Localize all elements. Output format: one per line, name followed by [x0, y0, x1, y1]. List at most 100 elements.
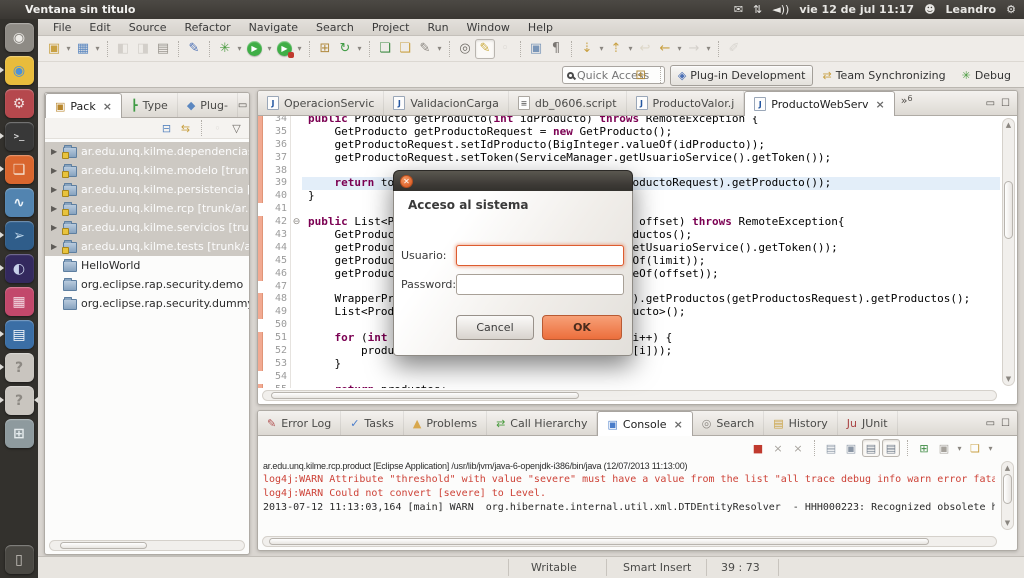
dash-home-icon[interactable]: ◉	[0, 21, 38, 54]
plugin-tool-icon[interactable]: ✎	[184, 39, 204, 59]
expander-icon[interactable]: ▶	[51, 185, 59, 194]
scrollbar-thumb[interactable]	[1004, 181, 1013, 239]
console-tab-tasks[interactable]: ✓Tasks	[341, 411, 404, 435]
editor-tab-operacionservic[interactable]: JOperacionServic	[258, 91, 384, 115]
maximize-icon[interactable]: ☐	[1001, 418, 1010, 429]
editor-tab-db-0606-script[interactable]: ≡db_0606.script	[509, 91, 627, 115]
eclipse-icon[interactable]: ◐	[0, 252, 38, 285]
close-icon[interactable]: ✕	[400, 175, 413, 188]
back-icon-dropdown[interactable]: ▾	[675, 44, 684, 53]
explorer-tab-type[interactable]: ┣Type	[122, 93, 178, 117]
chromium-icon[interactable]: ◉	[0, 54, 38, 87]
password-field[interactable]	[456, 274, 624, 295]
show-whitespace-icon[interactable]: ¶	[546, 39, 566, 59]
scroll-up-icon[interactable]: ▲	[1002, 464, 1013, 472]
new-wizard-icon-dropdown[interactable]: ▾	[64, 44, 73, 53]
open-console-icon[interactable]: ❏	[966, 439, 984, 457]
terminal-icon[interactable]: >_	[0, 120, 38, 153]
fold-collapse-icon[interactable]: ⊖	[290, 216, 302, 229]
dialog-titlebar[interactable]: ✕	[393, 170, 633, 191]
clock[interactable]: vie 12 de jul 11:17	[799, 3, 914, 16]
clear-console-icon[interactable]: ▤	[822, 439, 840, 457]
files-icon[interactable]: ❏	[0, 153, 38, 186]
mail-icon[interactable]: ✉	[734, 3, 743, 16]
usuario-field[interactable]	[456, 245, 624, 266]
menu-refactor[interactable]: Refactor	[176, 19, 240, 36]
thunderbird-icon[interactable]: ➢	[0, 219, 38, 252]
tree-item-ar-edu-unq-kilme-persistencia[interactable]: ▶ar.edu.unq.kilme.persistencia [trunk/ar…	[45, 180, 249, 199]
next-annotation-icon[interactable]: ⇣	[577, 39, 597, 59]
previous-annotation-icon-dropdown[interactable]: ▾	[626, 44, 635, 53]
run-icon-dropdown[interactable]: ▾	[265, 44, 274, 53]
minimize-icon[interactable]: ▭	[986, 418, 995, 429]
console-tab-history[interactable]: ▤History	[764, 411, 838, 435]
search-icon[interactable]: ◎	[455, 39, 475, 59]
tree-item-ar-edu-unq-kilme-dependencias[interactable]: ▶ar.edu.unq.kilme.dependencias [trunk/ar…	[45, 142, 249, 161]
console-output[interactable]: ar.edu.unq.kilme.rcp.product [Eclipse Ap…	[263, 459, 995, 532]
perspective-team-synchronizing[interactable]: ⇄Team Synchronizing	[815, 65, 952, 86]
ok-button[interactable]: OK	[542, 315, 622, 340]
expander-icon[interactable]: ▶	[51, 204, 59, 213]
tree-item-org-eclipse-rap-security-dummy[interactable]: org.eclipse.rap.security.dummy	[45, 294, 249, 313]
close-icon[interactable]: ×	[674, 418, 683, 431]
explorer-tab-plug[interactable]: ◆Plug-	[178, 93, 238, 117]
annotation-pencil-icon[interactable]: ✎	[415, 39, 435, 59]
console-tab-problems[interactable]: ▲Problems	[404, 411, 487, 435]
update-icon-dropdown[interactable]: ▾	[355, 44, 364, 53]
close-icon[interactable]: ×	[876, 98, 885, 111]
session-gear-icon[interactable]: ⚙	[1006, 3, 1016, 16]
scrollbar-thumb[interactable]	[271, 392, 579, 399]
perspective-plug-in-development[interactable]: ◈Plug-in Development	[670, 65, 814, 86]
previous-annotation-icon[interactable]: ⇡	[606, 39, 626, 59]
tree-item-org-eclipse-rap-security-demo[interactable]: org.eclipse.rap.security.demo	[45, 275, 249, 294]
run-external-icon-dropdown[interactable]: ▾	[295, 44, 304, 53]
hidden-editors-indicator[interactable]: »6	[895, 91, 917, 115]
unknown-app-2-icon[interactable]: ?	[0, 384, 38, 417]
tree-item-ar-edu-unq-kilme-modelo[interactable]: ▶ar.edu.unq.kilme.modelo [trunk/ar.edu.u…	[45, 161, 249, 180]
new-java-project-icon-dropdown[interactable]: ▾	[93, 44, 102, 53]
system-settings-icon[interactable]: ⚙	[0, 87, 38, 120]
debug-icon[interactable]: ✳	[215, 39, 235, 59]
mark-occurrences-icon[interactable]: ✎	[475, 39, 495, 59]
user-menu[interactable]: Leandro	[946, 3, 997, 16]
system-monitor-icon[interactable]: ∿	[0, 186, 38, 219]
console-tab-search[interactable]: ◎Search	[693, 411, 764, 435]
console-hscrollbar[interactable]	[262, 536, 997, 547]
editor-tab-validacioncarga[interactable]: JValidacionCarga	[384, 91, 509, 115]
close-icon[interactable]: ×	[103, 100, 112, 113]
workspace-switcher-icon[interactable]: ⊞	[0, 417, 38, 450]
tree-item-ar-edu-unq-kilme-tests[interactable]: ▶ar.edu.unq.kilme.tests [trunk/ar.edu.un…	[45, 237, 249, 256]
expander-icon[interactable]: ▶	[51, 166, 59, 175]
scroll-lock-icon[interactable]: ▣	[842, 439, 860, 457]
show-console-output-icon[interactable]: ▤	[882, 439, 900, 457]
run-external-icon[interactable]: ▶	[277, 41, 292, 56]
tree-item-helloworld[interactable]: HelloWorld	[45, 256, 249, 275]
new-wizard-icon[interactable]: ▣	[44, 39, 64, 59]
scroll-down-icon[interactable]: ▼	[1002, 519, 1013, 527]
open-folder-icon[interactable]: ❏	[395, 39, 415, 59]
display-console-icon-dropdown[interactable]: ▾	[955, 444, 964, 453]
terminate-icon[interactable]: ■	[749, 439, 767, 457]
trash-icon[interactable]: ▯	[0, 543, 38, 576]
expander-icon[interactable]: ▶	[51, 147, 59, 156]
editor-vscrollbar[interactable]: ▲ ▼	[1002, 118, 1015, 386]
remove-launch-icon[interactable]: ×	[769, 439, 787, 457]
next-annotation-icon-dropdown[interactable]: ▾	[597, 44, 606, 53]
show-selected-element-icon[interactable]: ▣	[526, 39, 546, 59]
unknown-app-icon[interactable]: ?	[0, 351, 38, 384]
perspective-debug[interactable]: ✳Debug	[955, 65, 1018, 86]
update-icon[interactable]: ↻	[335, 39, 355, 59]
remove-all-launches-icon[interactable]: ×	[789, 439, 807, 457]
editor-tab-productovalor-j[interactable]: JProductoValor.j	[627, 91, 745, 115]
cancel-button[interactable]: Cancel	[456, 315, 534, 340]
display-console-icon[interactable]: ▣	[935, 439, 953, 457]
pin-console-icon[interactable]: ⊞	[915, 439, 933, 457]
minimize-icon[interactable]: ▭	[238, 100, 247, 111]
open-perspective-icon[interactable]: ⊞	[631, 65, 651, 85]
back-icon[interactable]: ←	[655, 39, 675, 59]
console-tab-call-hierarchy[interactable]: ⇄Call Hierarchy	[487, 411, 597, 435]
scroll-down-icon[interactable]: ▼	[1003, 375, 1014, 383]
explorer-hscrollbar[interactable]	[49, 540, 245, 551]
editor-tab-productowebserv[interactable]: JProductoWebServ×	[744, 91, 894, 116]
writer-icon[interactable]: ▤	[0, 318, 38, 351]
